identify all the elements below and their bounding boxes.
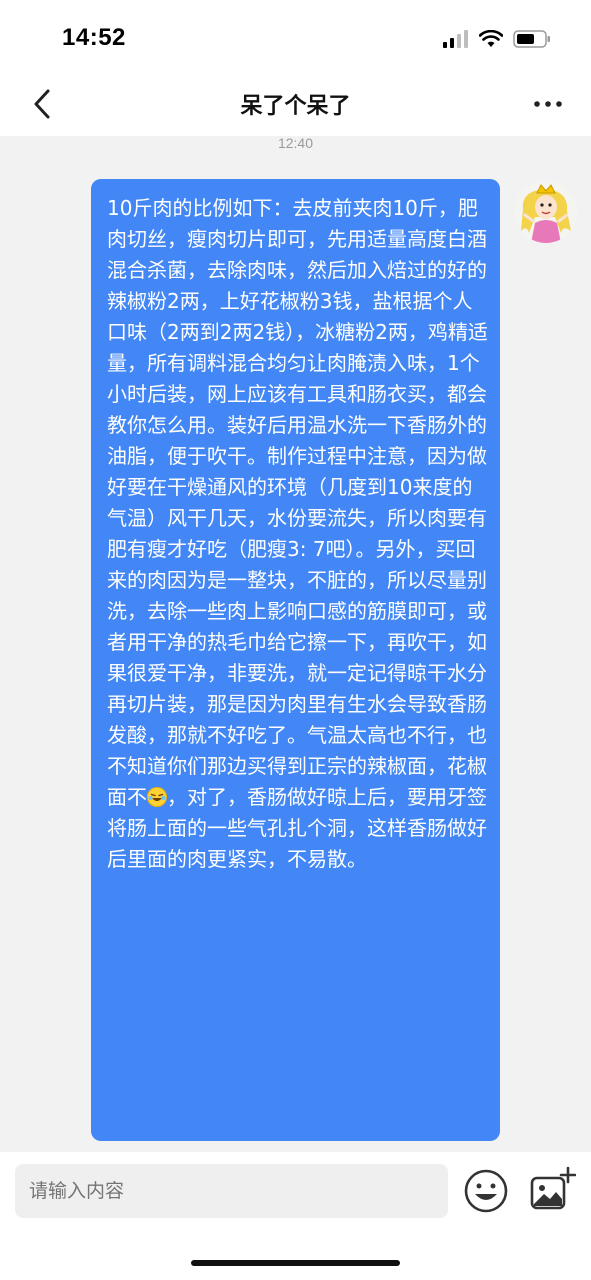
add-image-icon[interactable]: [528, 1166, 576, 1214]
more-options-icon[interactable]: [531, 94, 565, 114]
chat-title: 呆了个呆了: [240, 94, 351, 119]
avatar[interactable]: [515, 181, 577, 243]
cellular-signal-icon: [443, 30, 468, 48]
laughing-crying-emoji-icon: [147, 787, 167, 807]
cartoon-princess-avatar-icon: [515, 181, 577, 243]
status-icons: [443, 26, 551, 52]
status-time: 14:52: [62, 24, 126, 51]
message-bubble[interactable]: 10斤肉的比例如下：去皮前夹肉10斤，肥肉切丝，瘦肉切片即可，先用适量高度白酒混…: [91, 179, 500, 1141]
message-input[interactable]: [15, 1164, 448, 1218]
header: 14:52 呆了个呆了: [0, 0, 591, 136]
message-text-part1: 10斤肉的比例如下：去皮前夹肉10斤，肥肉切丝，瘦肉切片即可，先用适量高度白酒混…: [107, 196, 488, 809]
home-indicator: [191, 1260, 400, 1266]
message-timestamp: 12:40: [277, 135, 314, 151]
emoji-icon[interactable]: [463, 1168, 509, 1214]
battery-icon: [513, 30, 550, 48]
wifi-icon: [479, 30, 503, 47]
